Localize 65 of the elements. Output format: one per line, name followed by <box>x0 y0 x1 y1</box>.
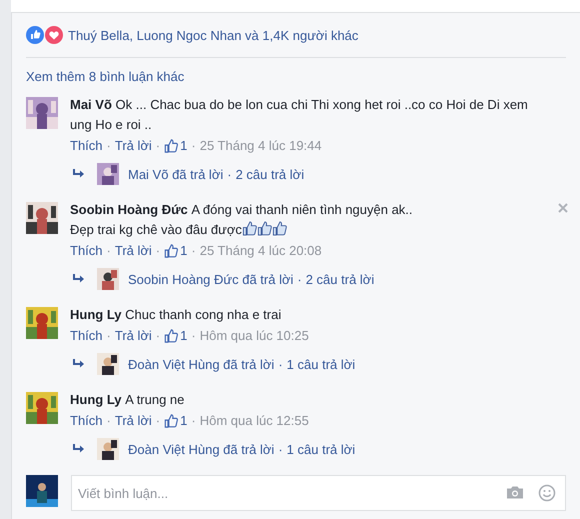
replies-link[interactable]: Soobin Hoàng Đức đã trả lời <box>128 272 294 286</box>
replies-link[interactable]: Đoàn Việt Hùng đã trả lời <box>128 442 274 456</box>
separator-dot: · <box>297 272 302 286</box>
author-name[interactable]: Soobin Hoàng Đức <box>70 202 188 217</box>
separator-dot: · <box>191 412 196 430</box>
comment-action-link[interactable]: Thích <box>70 241 103 261</box>
separator-dot: · <box>156 327 160 345</box>
comment-action-link[interactable]: Thích <box>70 411 103 431</box>
thumbs-up-icon <box>164 139 178 153</box>
separator-dot: · <box>278 356 283 372</box>
comment-text: Hung Ly Chuc thanh cong nha e trai <box>70 306 282 324</box>
comment-time: 25 Tháng 4 lúc 20:08 <box>200 242 322 260</box>
separator-dot: · <box>156 137 160 155</box>
comment-action-link[interactable]: Trả lời <box>114 326 152 346</box>
separator-dot: · <box>191 242 196 260</box>
reply-arrow-icon <box>73 359 85 369</box>
reply-arrow-icon <box>73 169 85 179</box>
like-count[interactable]: 1 <box>180 411 188 431</box>
replies-link[interactable]: Đoàn Việt Hùng đã trả lời <box>128 356 274 372</box>
reply-arrow-icon <box>73 274 85 284</box>
thumbs-up-icon <box>164 414 178 428</box>
separator-dot: · <box>191 137 196 155</box>
author-name[interactable]: Hung Ly <box>70 392 122 407</box>
comment-text: Soobin Hoàng Đức A đóng vai thanh niên tình nguyện ak.. <box>70 201 414 219</box>
reply-arrow-icon <box>73 444 85 454</box>
reply-count-link[interactable]: 2 câu trả lời <box>236 166 304 182</box>
more-comments-link[interactable]: Xem thêm 8 bình luận khác <box>26 67 184 87</box>
comment-time: Hôm qua lúc 12:55 <box>200 412 309 430</box>
separator-dot: · <box>106 137 111 155</box>
author-name[interactable]: Hung Ly <box>70 307 122 322</box>
thumbs-up-icon <box>164 244 178 258</box>
like-count[interactable]: 1 <box>180 136 188 156</box>
separator-dot: · <box>156 412 160 430</box>
author-name[interactable]: Mai Võ <box>70 97 112 112</box>
thumbs-up-icon <box>242 221 257 236</box>
comment-text: Mai Võ Ok ... Chac bua do be lon cua chi Thi xong het roi ..co co Hoi de Di xem ung Ho e roi .. <box>70 96 529 134</box>
like-count[interactable]: 1 <box>180 241 188 261</box>
like-icon <box>26 26 44 44</box>
separator-dot: · <box>106 242 111 260</box>
reactions-link[interactable]: Thuý Bella, Luong Ngoc Nhan và 1,4K người khác <box>68 28 358 42</box>
reply-count-link[interactable]: 1 câu trả lời <box>286 356 356 372</box>
comment-time: 25 Tháng 4 lúc 19:44 <box>200 137 322 155</box>
separator-dot: · <box>156 242 160 260</box>
comment-action-link[interactable]: Trả lời <box>114 411 152 431</box>
separator-dot: · <box>106 327 111 345</box>
emoji-icon[interactable] <box>538 484 556 502</box>
comment-text: Đẹp trai kg chê vào đâu được <box>70 222 242 237</box>
separator-dot: · <box>191 327 196 345</box>
thumbs-up-icon <box>272 221 287 236</box>
comment-action-link[interactable]: Thích <box>70 326 103 346</box>
comment-time: Hôm qua lúc 10:25 <box>200 327 309 345</box>
thumbs-up-icon <box>164 329 178 343</box>
comment-text: Hung Ly A trung ne <box>70 391 186 409</box>
separator-dot: · <box>278 442 283 456</box>
comment-action-link[interactable]: Trả lời <box>114 136 152 156</box>
replies-link[interactable]: Mai Võ đã trả lời <box>128 166 224 182</box>
reply-count-link[interactable]: 2 câu trả lời <box>306 272 374 286</box>
comment-input-field[interactable]: Viết bình luận... <box>71 475 566 511</box>
separator-dot: · <box>106 412 111 430</box>
separator-dot: · <box>227 166 232 182</box>
like-count[interactable]: 1 <box>180 326 188 346</box>
thumbs-up-icon <box>256 221 272 236</box>
comment-action-link[interactable]: Thích <box>70 136 103 156</box>
reply-count-link[interactable]: 1 câu trả lời <box>286 442 356 456</box>
comment-action-link[interactable]: Trả lời <box>114 241 152 261</box>
